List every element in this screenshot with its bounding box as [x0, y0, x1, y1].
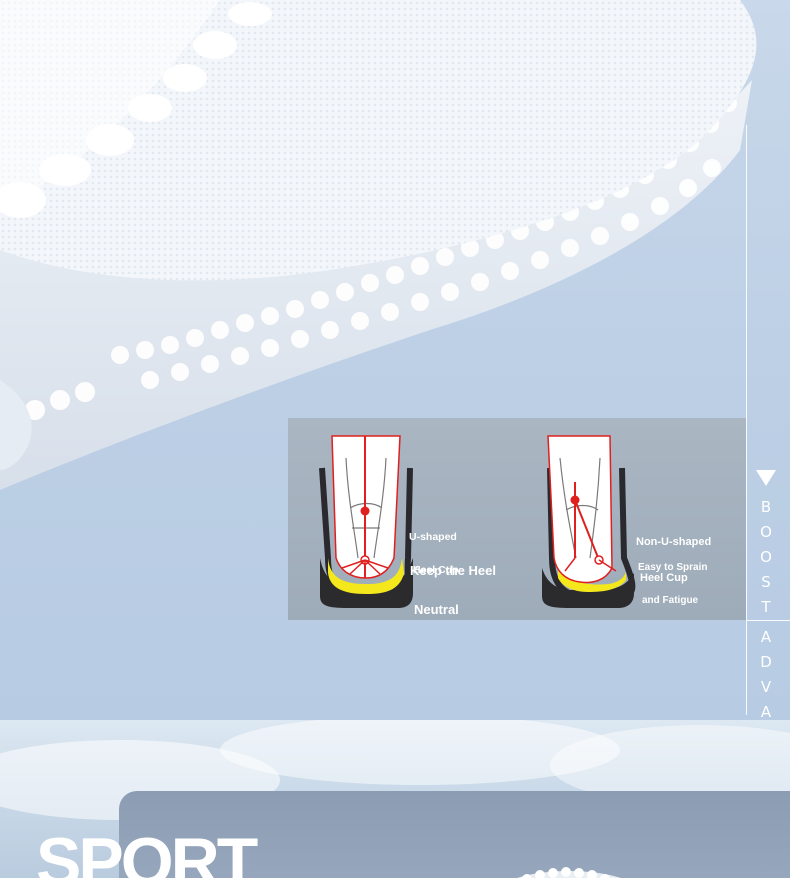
divider-vertical	[746, 125, 747, 715]
heel-cup-comparison-panel: U-shaped Heel Cup Keep the Heel Neutral …	[288, 418, 746, 620]
side-label-adva: A D V A	[758, 625, 774, 720]
divider-horizontal	[746, 620, 790, 621]
side-letter: D	[760, 653, 772, 671]
non-u-shaped-heel-diagram	[542, 435, 636, 608]
side-letter: T	[761, 598, 771, 616]
side-letter: O	[760, 548, 772, 566]
left-desc-line: Neutral	[414, 602, 459, 617]
triangle-down-icon	[756, 470, 776, 486]
right-desc-line: and Fatigue	[642, 595, 699, 606]
u-shaped-heel-diagram	[319, 435, 413, 608]
sport-heading: SPORT	[36, 824, 258, 878]
side-letter: S	[761, 573, 771, 591]
side-letter: V	[760, 678, 772, 696]
left-cup-description: Keep the Heel Neutral	[410, 538, 496, 642]
right-desc-line: Easy to Sprain	[638, 562, 708, 573]
side-letter: A	[760, 703, 772, 720]
side-letter: A	[760, 628, 772, 646]
right-cup-description: Easy to Sprain and Fatigue	[638, 540, 707, 628]
sport-section: SPORT	[0, 720, 790, 878]
left-desc-line: Keep the Heel	[410, 563, 496, 578]
side-label-boost: B O O S T	[758, 495, 774, 620]
side-letter: O	[760, 523, 772, 541]
hero-section: B O O S T A D V A U-shaped Heel Cup Keep…	[0, 0, 790, 720]
side-letter: B	[760, 498, 772, 516]
